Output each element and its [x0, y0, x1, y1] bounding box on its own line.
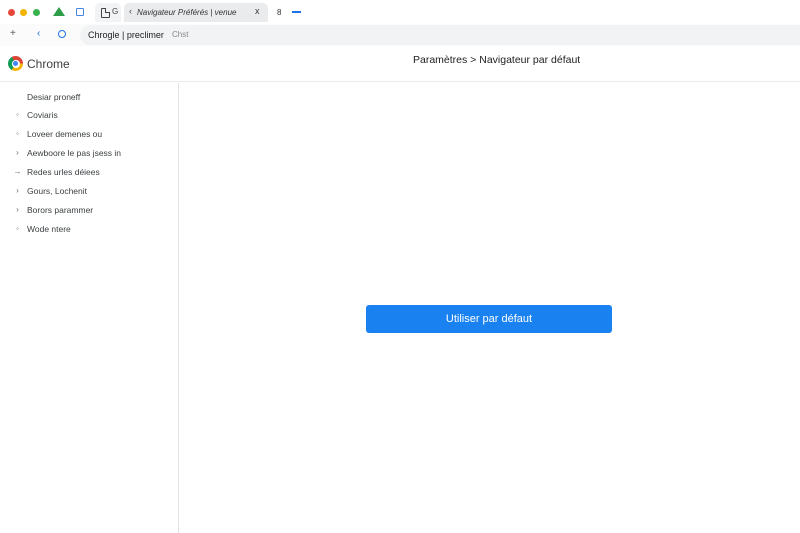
tab-small-label: 8	[277, 8, 282, 17]
document-icon	[101, 8, 110, 18]
minus-icon[interactable]	[292, 11, 301, 13]
chevron-right-icon: ›	[16, 205, 19, 214]
minimize-window-button[interactable]	[20, 9, 27, 16]
sidebar-item-5[interactable]: → Redes urles déiees	[0, 164, 178, 182]
drive-icon[interactable]	[53, 7, 65, 16]
breadcrumb: Paramètres > Navigateur par défaut	[413, 54, 581, 66]
sidebar-item-3[interactable]: ◦ Loveer demenes ou	[0, 126, 178, 144]
sidebar-item-4[interactable]: › Aewboore le pas jsess in	[0, 145, 178, 163]
address-suggestion: Chst	[172, 30, 189, 39]
sidebar-item-label: Loveer demenes ou	[27, 129, 103, 139]
sidebar-item-7[interactable]: › Borors parammer	[0, 202, 178, 220]
chevron-left-icon: ‹	[129, 6, 132, 16]
address-bar[interactable]: Chrogle | preclimer Chst	[80, 25, 800, 45]
sidebar-item-label: Wode ntere	[27, 224, 71, 234]
set-default-button[interactable]: Utiliser par défaut	[366, 305, 612, 333]
sidebar-item-label: Gours, Lochenit	[27, 186, 88, 196]
tab-document[interactable]: G	[95, 3, 121, 22]
sidebar-item-label: Borors parammer	[27, 205, 94, 215]
circle-icon: ◦	[16, 110, 19, 119]
settings-sidebar: Desiar proneff ◦ Coviaris ◦ Loveer demen…	[0, 83, 179, 533]
sidebar-item-label: Redes urles déiees	[27, 167, 100, 177]
sidebar-item-2[interactable]: ◦ Coviaris	[0, 107, 178, 125]
sidebar-item-label: Aewboore le pas jsess in	[27, 148, 122, 158]
settings-header: Chrome Paramètres > Navigateur par défau…	[0, 48, 800, 82]
circle-icon: ◦	[16, 224, 19, 233]
tab-letter: G	[112, 7, 119, 16]
tab-overview-icon[interactable]	[76, 8, 84, 16]
sidebar-item-1[interactable]: Desiar proneff	[0, 89, 178, 107]
maximize-window-button[interactable]	[33, 9, 40, 16]
tab-close-button[interactable]: x	[255, 6, 260, 16]
tab-active[interactable]: ‹ Navigateur Préférés | venue x	[124, 3, 268, 22]
back-icon[interactable]: ‹	[37, 28, 40, 39]
sidebar-item-8[interactable]: ◦ Wode ntere	[0, 221, 178, 239]
brand-name: Chrome	[27, 57, 70, 71]
tab-small[interactable]: 8	[272, 3, 288, 22]
address-text[interactable]: Chrogle | preclimer	[88, 30, 164, 40]
arrow-right-icon: →	[13, 167, 22, 176]
settings-main: Utiliser par défaut	[180, 83, 800, 533]
tab-title: Navigateur Préférés | venue	[137, 8, 237, 17]
sidebar-item-6[interactable]: › Gours, Lochenit	[0, 183, 178, 201]
chevron-right-icon: ›	[16, 148, 19, 157]
circle-icon: ◦	[16, 129, 19, 138]
menu-icon[interactable]: +	[10, 28, 16, 39]
sidebar-item-label: Desiar proneff	[27, 92, 81, 102]
sidebar-item-label: Coviaris	[27, 110, 58, 120]
chevron-right-icon: ›	[16, 186, 19, 195]
reload-icon[interactable]	[58, 30, 66, 38]
chrome-logo-icon	[8, 56, 23, 71]
tab-strip: G ‹ Navigateur Préférés | venue x 8	[0, 0, 800, 24]
close-window-button[interactable]	[8, 9, 15, 16]
browser-toolbar: + ‹ Chrogle | preclimer Chst	[0, 24, 800, 46]
